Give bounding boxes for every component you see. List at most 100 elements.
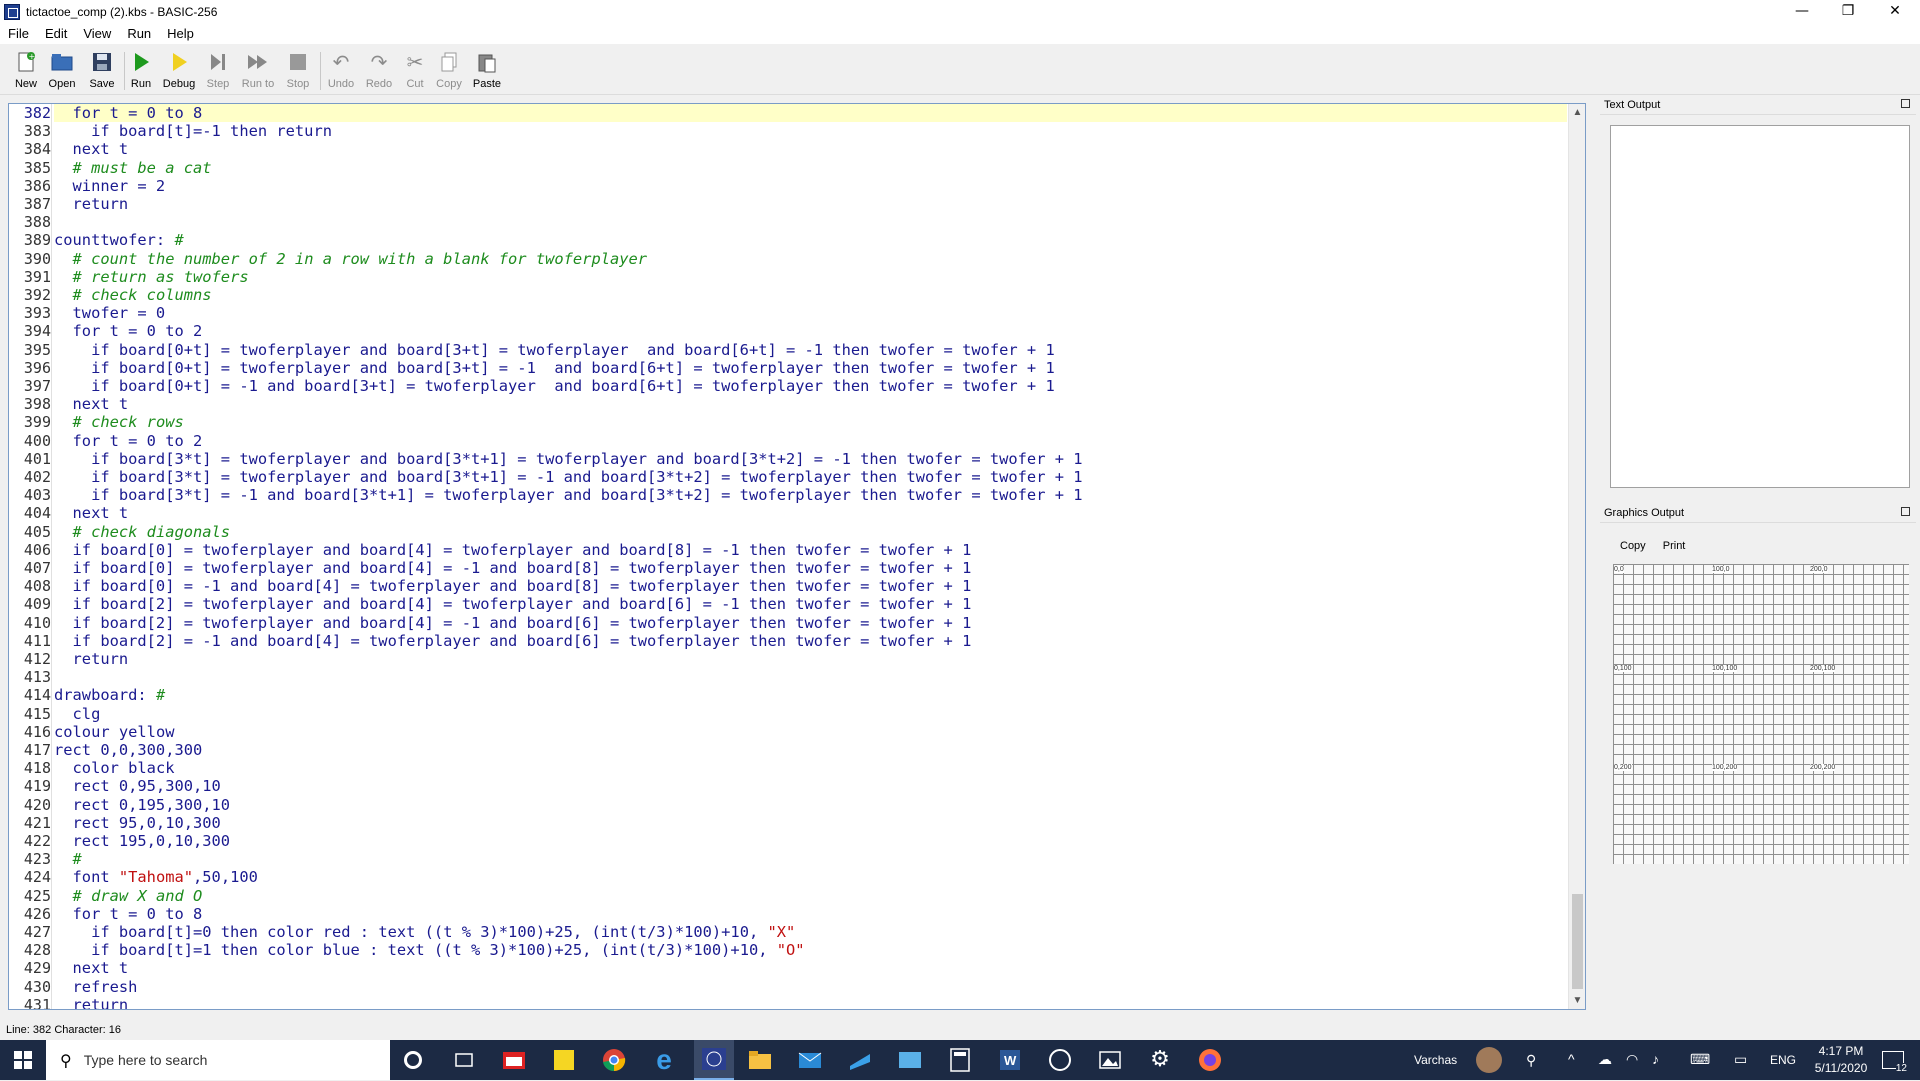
file-explorer-icon[interactable]: [748, 1048, 772, 1072]
start-button[interactable]: [0, 1040, 46, 1080]
code-line[interactable]: counttwofer: #: [54, 231, 1567, 249]
close-icon[interactable]: ✕: [1872, 0, 1918, 22]
code-line[interactable]: # check columns: [54, 286, 1567, 304]
code-line[interactable]: return: [54, 195, 1567, 213]
code-line[interactable]: if board[t]=1 then color blue : text ((t…: [54, 941, 1567, 959]
app-icon[interactable]: [848, 1048, 872, 1072]
people-icon[interactable]: ⚲: [1526, 1052, 1536, 1069]
code-line[interactable]: if board[3*t] = twoferplayer and board[3…: [54, 450, 1567, 468]
code-line[interactable]: if board[0] = twoferplayer and board[4] …: [54, 559, 1567, 577]
step-button[interactable]: Step: [204, 50, 232, 94]
keyboard-icon[interactable]: ⌨: [1690, 1051, 1710, 1068]
task-view-icon[interactable]: [452, 1048, 476, 1072]
undock-icon[interactable]: [1901, 99, 1910, 108]
code-line[interactable]: if board[t]=-1 then return: [54, 122, 1567, 140]
stop-button[interactable]: Stop: [284, 50, 312, 94]
calculator-icon[interactable]: [948, 1048, 972, 1072]
taskbar-user-name[interactable]: Varchas: [1414, 1053, 1457, 1067]
chrome-icon[interactable]: [602, 1048, 626, 1072]
code-line[interactable]: return: [54, 650, 1567, 668]
code-line[interactable]: next t: [54, 395, 1567, 413]
cut-button[interactable]: ✂ Cut: [402, 50, 428, 94]
scrollbar-thumb[interactable]: [1572, 894, 1583, 989]
language-indicator[interactable]: ENG: [1770, 1053, 1796, 1067]
code-line[interactable]: clg: [54, 705, 1567, 723]
run-to-button[interactable]: Run to: [240, 50, 276, 94]
menu-help[interactable]: Help: [159, 26, 202, 41]
code-line[interactable]: # draw X and O: [54, 887, 1567, 905]
debug-button[interactable]: Debug: [162, 50, 196, 94]
copy-button[interactable]: Copy: [434, 50, 464, 94]
code-area[interactable]: for t = 0 to 8 if board[t]=-1 then retur…: [54, 104, 1567, 1009]
graphics-copy-button[interactable]: Copy: [1620, 540, 1646, 552]
code-line[interactable]: for t = 0 to 2: [54, 432, 1567, 450]
save-button[interactable]: Save: [88, 50, 116, 94]
cortana-icon[interactable]: [404, 1051, 422, 1069]
minimize-icon[interactable]: —: [1779, 0, 1825, 22]
code-line[interactable]: if board[0] = twoferplayer and board[4] …: [54, 541, 1567, 559]
code-line[interactable]: winner = 2: [54, 177, 1567, 195]
maximize-icon[interactable]: ❐: [1825, 0, 1871, 22]
code-line[interactable]: if board[0] = -1 and board[4] = twoferpl…: [54, 577, 1567, 595]
code-line[interactable]: next t: [54, 504, 1567, 522]
code-line[interactable]: drawboard: #: [54, 686, 1567, 704]
code-line[interactable]: rect 0,195,300,10: [54, 796, 1567, 814]
code-line[interactable]: twofer = 0: [54, 304, 1567, 322]
menu-run[interactable]: Run: [119, 26, 159, 41]
code-line[interactable]: if board[0+t] = -1 and board[3+t] = twof…: [54, 377, 1567, 395]
code-line[interactable]: for t = 0 to 8: [54, 104, 1567, 122]
code-line[interactable]: if board[3*t] = twoferplayer and board[3…: [54, 468, 1567, 486]
code-line[interactable]: [54, 668, 1567, 686]
code-line[interactable]: next t: [54, 959, 1567, 977]
wifi-icon[interactable]: ◠: [1626, 1051, 1638, 1068]
mail-icon[interactable]: [798, 1048, 822, 1072]
code-line[interactable]: # check rows: [54, 413, 1567, 431]
code-line[interactable]: colour yellow: [54, 723, 1567, 741]
code-line[interactable]: font "Tahoma",50,100: [54, 868, 1567, 886]
code-line[interactable]: refresh: [54, 978, 1567, 996]
code-editor[interactable]: 382 383 384 385 386 387 388 389 390 391 392 393 394 3…: [8, 103, 1586, 1010]
vertical-scrollbar[interactable]: ▲ ▼: [1568, 104, 1585, 1009]
code-line[interactable]: color black: [54, 759, 1567, 777]
code-line[interactable]: #: [54, 850, 1567, 868]
menu-view[interactable]: View: [75, 26, 119, 41]
graphics-print-button[interactable]: Print: [1663, 540, 1686, 552]
taskbar-search-box[interactable]: ⚲ Type here to search: [46, 1040, 390, 1080]
code-line[interactable]: if board[2] = twoferplayer and board[4] …: [54, 614, 1567, 632]
sticky-notes-icon[interactable]: [552, 1048, 576, 1072]
code-line[interactable]: next t: [54, 140, 1567, 158]
code-line[interactable]: if board[3*t] = -1 and board[3*t+1] = tw…: [54, 486, 1567, 504]
text-output-area[interactable]: [1610, 125, 1910, 488]
code-line[interactable]: rect 95,0,10,300: [54, 814, 1567, 832]
redo-button[interactable]: ↷ Redo: [364, 50, 394, 94]
code-line[interactable]: if board[t]=0 then color red : text ((t …: [54, 923, 1567, 941]
code-line[interactable]: rect 0,0,300,300: [54, 741, 1567, 759]
chevron-up-icon[interactable]: ^: [1568, 1051, 1575, 1067]
scroll-up-icon[interactable]: ▲: [1569, 104, 1585, 121]
photos-icon[interactable]: [1098, 1048, 1122, 1072]
open-button[interactable]: Open: [48, 50, 76, 94]
code-line[interactable]: # must be a cat: [54, 159, 1567, 177]
code-line[interactable]: for t = 0 to 2: [54, 322, 1567, 340]
code-line[interactable]: if board[0+t] = twoferplayer and board[3…: [54, 359, 1567, 377]
code-line[interactable]: rect 195,0,10,300: [54, 832, 1567, 850]
code-line[interactable]: [54, 213, 1567, 231]
code-line[interactable]: # return as twofers: [54, 268, 1567, 286]
code-line[interactable]: if board[2] = -1 and board[4] = twoferpl…: [54, 632, 1567, 650]
calendar-app-icon[interactable]: [502, 1048, 526, 1072]
undo-button[interactable]: ↶ Undo: [326, 50, 356, 94]
onedrive-icon[interactable]: ☁: [1598, 1051, 1612, 1068]
code-line[interactable]: # check diagonals: [54, 523, 1567, 541]
menu-edit[interactable]: Edit: [37, 26, 75, 41]
undock-icon[interactable]: [1901, 507, 1910, 516]
word-icon[interactable]: W: [998, 1048, 1022, 1072]
display-icon[interactable]: ▭: [1734, 1051, 1747, 1068]
notification-icon[interactable]: 12: [1882, 1051, 1907, 1074]
firefox-icon[interactable]: [1198, 1048, 1222, 1072]
run-button[interactable]: Run: [128, 50, 154, 94]
code-line[interactable]: # count the number of 2 in a row with a …: [54, 250, 1567, 268]
app-icon[interactable]: [1048, 1048, 1072, 1072]
code-line[interactable]: for t = 0 to 8: [54, 905, 1567, 923]
code-line[interactable]: rect 0,95,300,10: [54, 777, 1567, 795]
code-line[interactable]: return: [54, 996, 1567, 1009]
